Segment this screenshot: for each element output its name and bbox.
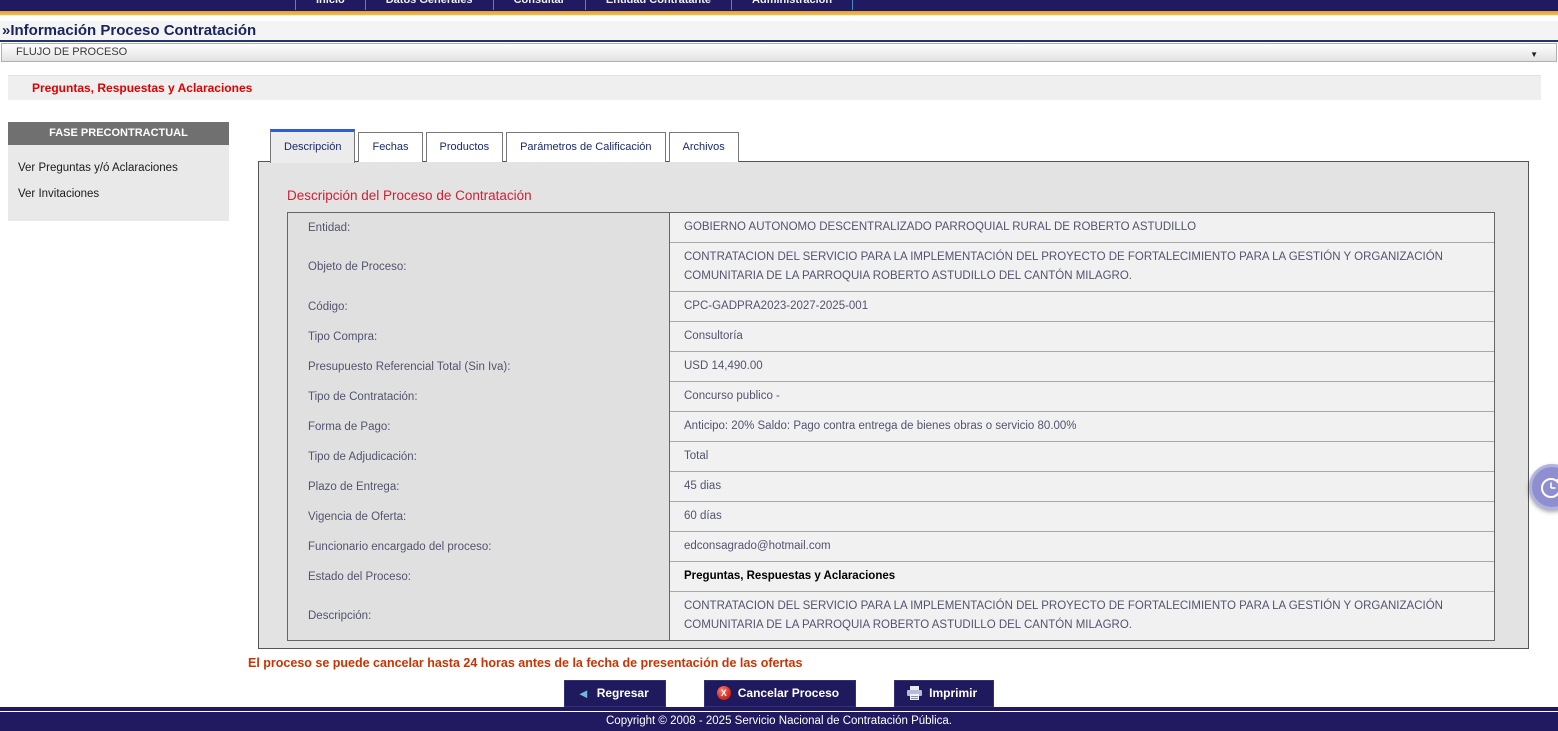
clock-icon [1537,472,1558,502]
flow-select-value: FLUJO DE PROCESO [16,46,127,58]
table-row-tipo-compra: Tipo Compra: Consultoría [288,322,1494,352]
tab-productos[interactable]: Productos [426,132,504,162]
main-content: Descripción Fechas Productos Parámetros … [258,128,1529,649]
row-label: Tipo de Adjudicación: [288,442,670,472]
back-button-label: Regresar [597,686,649,700]
footer-divider [0,707,1558,711]
tab-parametros-calificacion[interactable]: Parámetros de Calificación [506,132,665,162]
row-value: GOBIERNO AUTONOMO DESCENTRALIZADO PARROQ… [670,213,1494,243]
flow-select[interactable]: FLUJO DE PROCESO ▼ [1,43,1557,62]
back-button[interactable]: ◄ Regresar [564,680,666,707]
table-row-entidad: Entidad: GOBIERNO AUTONOMO DESCENTRALIZA… [288,213,1494,243]
table-row-descripcion: Descripción: CONTRATACION DEL SERVICIO P… [288,592,1494,640]
nav-item-inicio[interactable]: Inicio [295,0,366,10]
table-row-plazo-entrega: Plazo de Entrega: 45 dias [288,472,1494,502]
table-row-objeto: Objeto de Proceso: CONTRATACION DEL SERV… [288,243,1494,292]
row-value: USD 14,490.00 [670,352,1494,382]
row-value: 60 días [670,502,1494,532]
footer: Copyright © 2008 - 2025 Servicio Naciona… [0,712,1558,731]
footer-copyright: Copyright © 2008 - 2025 Servicio Naciona… [606,715,952,727]
nav-item-entidad-contratante[interactable]: Entidad Contratante [586,0,732,10]
row-value: CPC-GADPRA2023-2027-2025-001 [670,292,1494,322]
back-arrow-icon: ◄ [577,687,590,700]
printer-icon [907,686,922,700]
print-button-label: Imprimir [929,686,977,700]
table-row-funcionario: Funcionario encargado del proceso: edcon… [288,532,1494,562]
cancel-process-button[interactable]: X Cancelar Proceso [704,680,856,707]
print-button[interactable]: Imprimir [894,680,994,707]
top-nav: Inicio Datos Generales Consultar Entidad… [0,0,1558,11]
row-label: Vigencia de Oferta: [288,502,670,532]
action-buttons: ◄ Regresar X Cancelar Proceso Imprimir [0,680,1558,707]
row-value: Consultoría [670,322,1494,352]
tab-descripcion[interactable]: Descripción [270,129,355,163]
sidebar-header: FASE PRECONTRACTUAL [8,122,229,145]
row-label: Descripción: [288,592,670,640]
row-label: Funcionario encargado del proceso: [288,532,670,562]
tab-fechas[interactable]: Fechas [358,132,422,162]
row-value: CONTRATACION DEL SERVICIO PARA LA IMPLEM… [670,243,1494,292]
table-row-presupuesto: Presupuesto Referencial Total (Sin Iva):… [288,352,1494,382]
sidebar-item-ver-invitaciones[interactable]: Ver Invitaciones [8,181,229,207]
row-value: 45 dias [670,472,1494,502]
row-value: Anticipo: 20% Saldo: Pago contra entrega… [670,412,1494,442]
page-title: »Información Proceso Contratación [0,21,1558,42]
detail-heading: Descripción del Proceso de Contratación [287,188,1528,203]
tab-archivos[interactable]: Archivos [669,132,739,162]
row-label: Forma de Pago: [288,412,670,442]
row-label: Tipo de Contratación: [288,382,670,412]
status-banner: Preguntas, Respuestas y Aclaraciones [8,75,1541,100]
table-row-vigencia-oferta: Vigencia de Oferta: 60 días [288,502,1494,532]
nav-item-administracion[interactable]: Administración [732,0,853,10]
sidebar-body: Ver Preguntas y/ó Aclaraciones Ver Invit… [8,145,229,221]
sidebar-item-ver-preguntas[interactable]: Ver Preguntas y/ó Aclaraciones [8,155,229,181]
cancel-note: El proceso se puede cancelar hasta 24 ho… [248,656,802,670]
row-label: Presupuesto Referencial Total (Sin Iva): [288,352,670,382]
tab-bar: Descripción Fechas Productos Parámetros … [258,128,1529,162]
row-label: Objeto de Proceso: [288,243,670,292]
sidebar: FASE PRECONTRACTUAL Ver Preguntas y/ó Ac… [8,122,229,221]
top-nav-menu: Inicio Datos Generales Consultar Entidad… [295,0,1558,10]
row-value: Concurso publico - [670,382,1494,412]
row-value: Preguntas, Respuestas y Aclaraciones [670,562,1494,592]
row-label: Entidad: [288,213,670,243]
nav-item-consultar[interactable]: Consultar [494,0,586,10]
table-row-tipo-contratacion: Tipo de Contratación: Concurso publico - [288,382,1494,412]
row-label: Tipo Compra: [288,322,670,352]
dropdown-arrow-icon: ▼ [1530,46,1538,63]
table-row-forma-pago: Forma de Pago: Anticipo: 20% Saldo: Pago… [288,412,1494,442]
row-label: Estado del Proceso: [288,562,670,592]
gold-divider [0,11,1558,16]
tab-panel: Descripción del Proceso de Contratación … [258,161,1529,649]
cancel-x-icon: X [717,686,731,700]
row-value: edconsagrado@hotmail.com [670,532,1494,562]
table-row-tipo-adjudicacion: Tipo de Adjudicación: Total [288,442,1494,472]
detail-table: Entidad: GOBIERNO AUTONOMO DESCENTRALIZA… [287,212,1495,641]
row-value: CONTRATACION DEL SERVICIO PARA LA IMPLEM… [670,592,1494,640]
nav-item-datos-generales[interactable]: Datos Generales [366,0,494,10]
table-row-codigo: Código: CPC-GADPRA2023-2027-2025-001 [288,292,1494,322]
table-row-estado-proceso: Estado del Proceso: Preguntas, Respuesta… [288,562,1494,592]
floating-clock-widget[interactable] [1529,464,1558,510]
cancel-button-label: Cancelar Proceso [738,686,839,700]
row-value: Total [670,442,1494,472]
row-label: Plazo de Entrega: [288,472,670,502]
row-label: Código: [288,292,670,322]
